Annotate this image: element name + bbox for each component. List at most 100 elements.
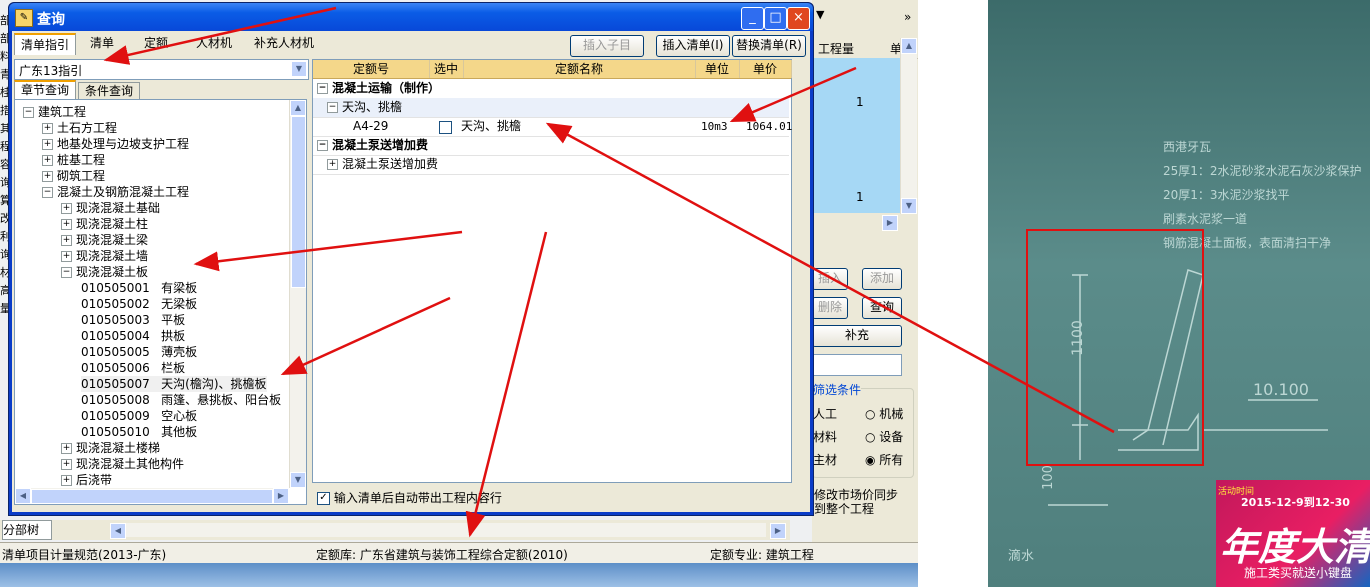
insert-child-button[interactable]: 插入子目 [570,35,644,57]
ad-banner[interactable]: 2015-12-9到12-30 活动时间 年度大清 施工类买就送小键盘 [1216,480,1370,587]
tree-horizontal-scrollbar[interactable]: ◀ ▶ [15,488,289,504]
auto-include-checkbox[interactable]: ✓ 输入清单后自动带出工程内容行 [317,489,502,506]
expand-icon[interactable]: + [61,443,72,454]
option-all-radio[interactable]: ◉ 所有 [865,451,903,468]
guide-select[interactable]: 广东13指引 ▼ [14,59,309,80]
subgroup-row[interactable]: + 混凝土泵送增加费 [313,155,789,175]
subtab-chapter[interactable]: 章节查询 [14,80,77,100]
scroll-left-icon[interactable]: ◀ [15,488,31,504]
option-main-material[interactable]: 主材 [813,451,837,468]
tab-quota[interactable]: 定额 [138,33,174,53]
tab-labor-material-machine[interactable]: 人材机 [190,33,238,53]
group-row[interactable]: − 混凝土运输（制作） [313,79,789,99]
scroll-thumb[interactable] [291,116,306,288]
scroll-left-icon[interactable]: ◀ [110,523,126,539]
tree-leaf-item[interactable]: 010505010 其他板 [81,424,197,440]
expand-icon[interactable]: + [61,219,72,230]
more-icon[interactable]: » [904,10,911,24]
option-equipment-radio[interactable]: ○ 设备 [865,428,903,445]
option-machine-radio[interactable]: ○ 机械 [865,405,903,422]
dropdown-arrow-icon[interactable]: ▼ [816,8,824,21]
tree-node[interactable]: + 现浇混凝土其他构件 [61,456,184,472]
collapse-icon[interactable]: − [317,140,328,151]
tree-node[interactable]: + 现浇混凝土楼梯 [61,440,160,456]
scroll-up-icon[interactable]: ▲ [290,100,306,116]
expand-icon[interactable]: + [61,203,72,214]
tree-node[interactable]: + 地基处理与边坡支护工程 [42,136,189,152]
tab-supplement[interactable]: 补充人材机 [248,33,320,53]
tree-node[interactable]: + 砌筑工程 [42,168,105,184]
query-button[interactable]: 查询 [862,297,902,319]
tree-leaf-item[interactable]: 010505003 平板 [81,312,185,328]
scroll-right-icon[interactable]: ▶ [770,523,786,539]
maximize-button[interactable]: □ [764,7,787,30]
chevron-down-icon[interactable]: ▼ [291,61,307,77]
delete-button[interactable]: 删除 [812,297,848,319]
expand-icon[interactable]: + [42,123,53,134]
insert-list-button[interactable]: 插入清单(I) [656,35,730,57]
expand-icon[interactable]: + [42,155,53,166]
tree-node[interactable]: + 现浇混凝土墙 [61,248,148,264]
tree-node[interactable]: + 土石方工程 [42,120,117,136]
tree-node[interactable]: − 建筑工程 [23,104,86,120]
filter-input[interactable] [812,354,902,376]
tree-leaf-item[interactable]: 010505006 栏板 [81,360,185,376]
group-row[interactable]: − 混凝土泵送增加费 [313,136,789,156]
scroll-up-icon[interactable]: ▲ [901,38,917,54]
collapse-icon[interactable]: − [317,83,328,94]
expand-icon[interactable]: + [61,235,72,246]
col-price[interactable]: 单价 [739,60,792,78]
tree-vertical-scrollbar[interactable]: ▲ ▼ [289,100,306,488]
supplement-button[interactable]: 补充 [812,325,902,347]
add-button[interactable]: 添加 [862,268,902,290]
insert-button[interactable]: 插入 [812,268,848,290]
tree-node[interactable]: + 后浇带 [61,472,112,488]
sync-price-text[interactable]: 修改市场价同步 到整个工程 [814,488,898,516]
tree-leaf-item[interactable]: 010505007 天沟(檐沟)、挑檐板 [81,376,267,392]
right-vertical-scrollbar[interactable]: ▲ ▼ [900,38,917,214]
scroll-right-icon[interactable]: ▶ [273,488,289,504]
tree-leaf-item[interactable]: 010505004 拱板 [81,328,185,344]
collapse-icon[interactable]: − [42,187,53,198]
expand-icon[interactable]: + [61,459,72,470]
collapse-icon[interactable]: − [327,102,338,113]
expand-icon[interactable]: + [61,251,72,262]
close-button[interactable]: × [787,7,810,30]
expand-icon[interactable]: + [42,171,53,182]
expand-icon[interactable]: + [327,159,338,170]
scroll-right-icon[interactable]: ▶ [882,215,898,231]
scroll-down-icon[interactable]: ▼ [901,198,917,214]
scroll-down-icon[interactable]: ▼ [290,472,306,488]
check-icon[interactable]: ✓ [317,492,330,505]
subgroup-row[interactable]: − 天沟、挑檐 [313,98,789,118]
option-labor[interactable]: 人工 [813,405,837,422]
horizontal-scrollbar[interactable] [126,523,766,537]
tree-leaf-item[interactable]: 010505008 雨篷、悬挑板、阳台板 [81,392,281,408]
tree-node[interactable]: + 现浇混凝土梁 [61,232,148,248]
select-checkbox[interactable] [439,121,452,134]
col-selected[interactable]: 选中 [429,60,464,78]
tree-leaf-item[interactable]: 010505005 薄壳板 [81,344,197,360]
expand-icon[interactable]: + [61,475,72,486]
collapse-icon[interactable]: − [61,267,72,278]
tab-list-guide[interactable]: 清单指引 [14,33,77,55]
collapse-icon[interactable]: − [23,107,34,118]
col-unit[interactable]: 单位 [695,60,740,78]
subtab-condition[interactable]: 条件查询 [78,82,141,100]
selected-rows-area[interactable]: 1 1 [812,58,902,213]
scroll-thumb[interactable] [31,489,273,504]
tab-fenbu-tree[interactable]: 分部树 [2,520,52,540]
option-material[interactable]: 材料 [813,428,837,445]
tree-node[interactable]: − 现浇混凝土板 [61,264,148,280]
tree-leaf-item[interactable]: 010505001 有梁板 [81,280,197,296]
tree-node[interactable]: + 桩基工程 [42,152,105,168]
tree-node[interactable]: + 现浇混凝土基础 [61,200,160,216]
tree-leaf-item[interactable]: 010505009 空心板 [81,408,197,424]
tree-leaf-item[interactable]: 010505002 无梁板 [81,296,197,312]
col-quota-name[interactable]: 定额名称 [463,60,696,78]
replace-list-button[interactable]: 替换清单(R) [732,35,806,57]
dialog-titlebar[interactable]: ✎ 查询 _ □ × [9,3,813,31]
table-row[interactable]: A4-29 天沟、挑檐 10m3 1064.01 [313,117,792,137]
tab-list[interactable]: 清单 [84,33,120,53]
tree-node[interactable]: + 现浇混凝土柱 [61,216,148,232]
